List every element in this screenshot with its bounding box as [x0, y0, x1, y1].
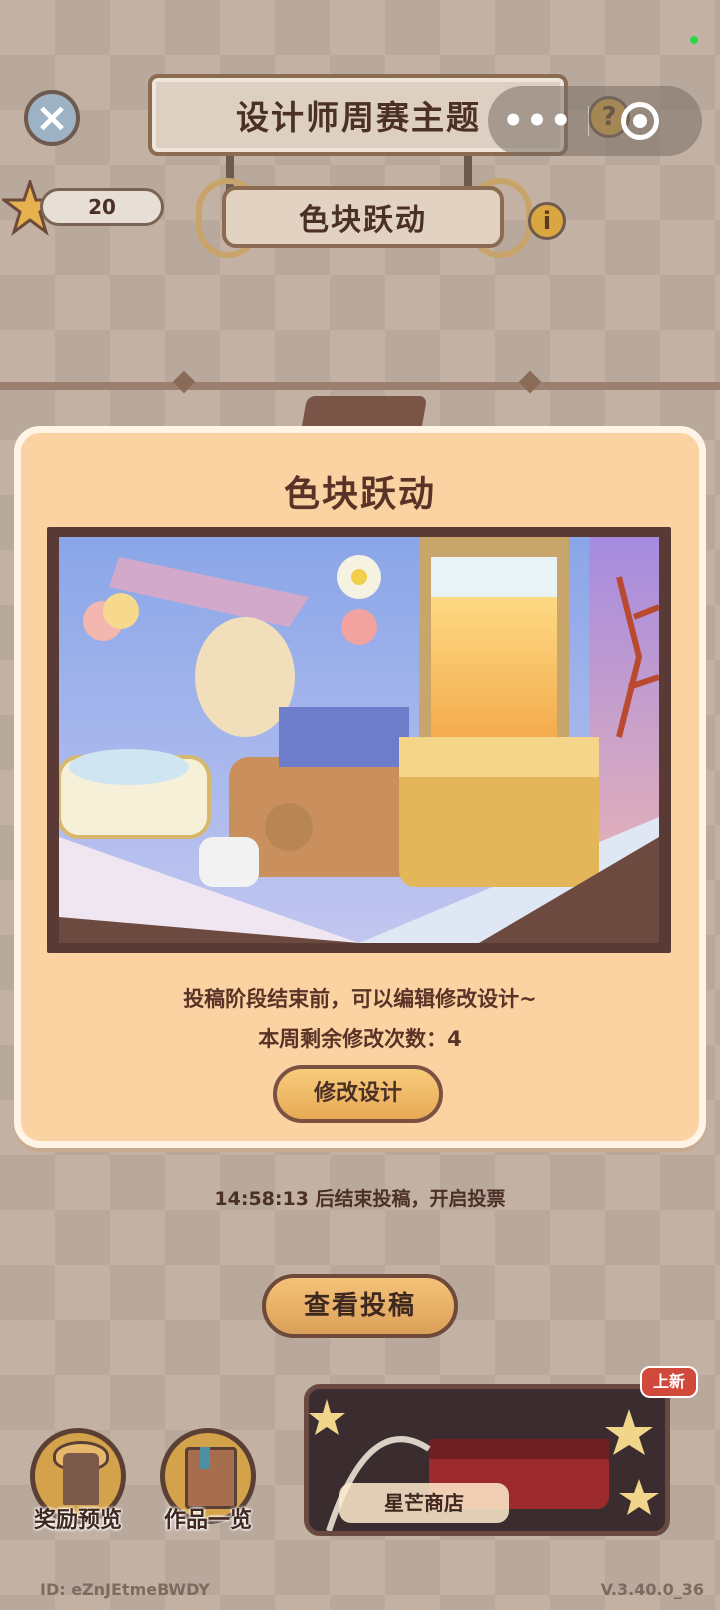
- works-list-label: 作品一览: [163, 1508, 252, 1533]
- new-items-badge: 上新: [640, 1366, 698, 1398]
- close-button[interactable]: ×: [24, 90, 80, 146]
- more-menu-icon[interactable]: •••: [488, 101, 588, 141]
- star-shop-label: 星芒商店: [339, 1483, 509, 1523]
- user-id-text: ID: eZnJEtmeBWDY: [40, 1580, 210, 1599]
- edit-design-button[interactable]: 修改设计: [273, 1065, 443, 1123]
- star-count: 20: [40, 188, 164, 226]
- capsule-separator: [588, 106, 589, 136]
- theme-plaque: 色块跃动: [222, 186, 504, 248]
- remaining-edits-text: 本周剩余修改次数：4: [258, 1027, 462, 1051]
- view-submissions-button[interactable]: 查看投稿: [262, 1274, 458, 1338]
- edit-hint-text: 投稿阶段结束前，可以编辑修改设计~: [183, 987, 537, 1011]
- recording-indicator-icon: [690, 36, 698, 44]
- modal-title: 色块跃动: [283, 474, 436, 515]
- divider-band: [0, 382, 720, 390]
- rewards-preview-label: 奖励预览: [33, 1508, 122, 1533]
- book-icon: [185, 1447, 237, 1509]
- mini-program-capsule: •••: [488, 86, 702, 156]
- close-icon: ×: [35, 95, 69, 141]
- design-preview-frame[interactable]: [47, 527, 671, 953]
- info-icon[interactable]: i: [528, 202, 566, 240]
- submission-timer: 14:58:13 后结束投稿，开启投票: [214, 1188, 506, 1210]
- star-shop-button[interactable]: 星芒商店: [304, 1384, 670, 1536]
- page-title: 设计师周赛主题: [236, 98, 481, 137]
- theme-modal: 色块跃动 投稿阶段结束前，可以编辑修改设计~ 本周剩余修改次数：4 修改设计: [14, 426, 706, 1148]
- trophy-base-icon: [63, 1453, 99, 1505]
- theme-name: 色块跃动: [299, 203, 427, 238]
- exit-target-icon[interactable]: [621, 102, 659, 140]
- room-design-image: [59, 537, 659, 943]
- version-text: V.3.40.0_36: [600, 1580, 704, 1599]
